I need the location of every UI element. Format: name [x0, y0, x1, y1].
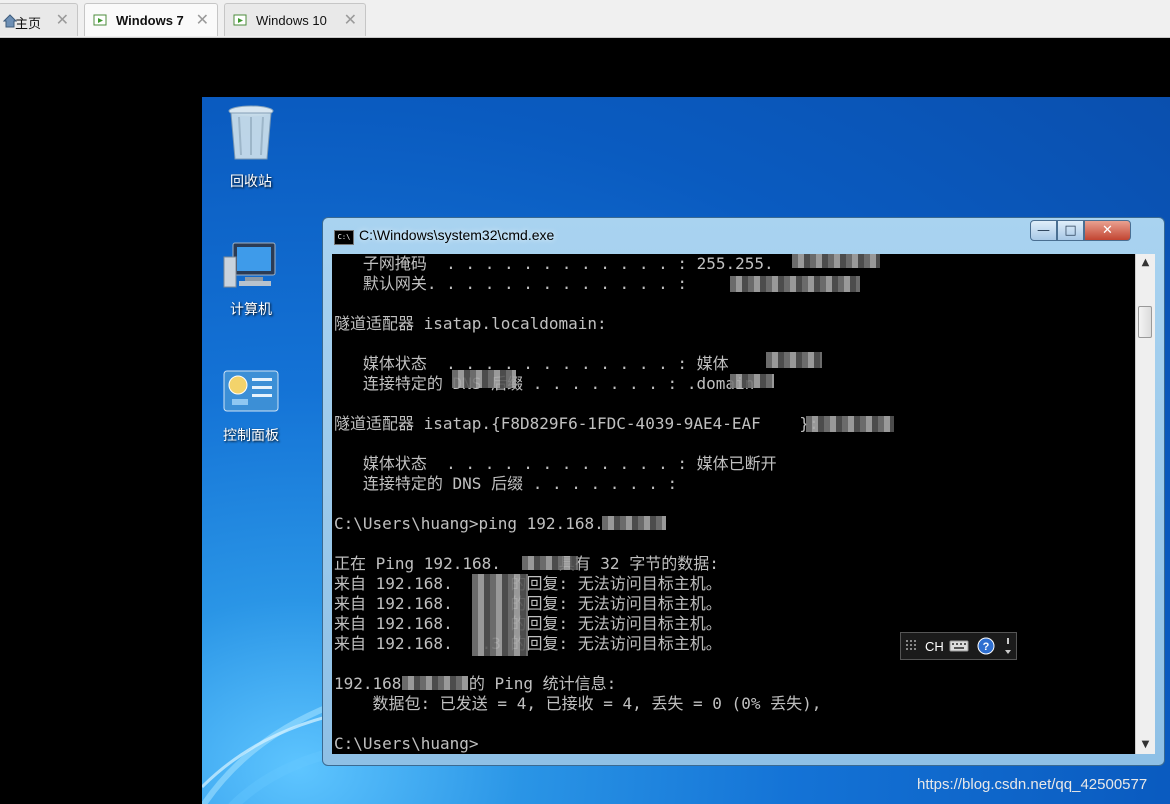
- console-line: C:\Users\huang>ping 192.168.: [334, 514, 604, 533]
- close-icon[interactable]: ✕: [196, 10, 209, 29]
- watermark: https://blog.csdn.net/qq_42500577: [917, 776, 1148, 793]
- window-title: C:\Windows\system32\cmd.exe: [359, 227, 555, 243]
- console-scrollbar[interactable]: ▲ ▼: [1135, 254, 1155, 754]
- cmd-icon[interactable]: C:\: [334, 230, 354, 245]
- redacted-region: [806, 416, 894, 432]
- desktop-computer[interactable]: 计算机: [211, 241, 291, 319]
- console-line: 子网掩码 . . . . . . . . . . . . : 255.255.: [334, 254, 774, 273]
- console-line: 连接特定的 DNS 后缀 . . . . . . . :: [334, 474, 678, 493]
- grip-icon[interactable]: [905, 639, 919, 653]
- vm-tab-bar: 主页 ✕ Windows 7 ✕ Windows 10 ✕: [0, 0, 1170, 38]
- desktop-icon-label: 控制面板: [223, 428, 279, 444]
- language-bar[interactable]: CH ?: [900, 632, 1017, 660]
- console-line: 连接特定的 DNS 后缀 . . . . . . . : .domain: [334, 374, 755, 393]
- redacted-region: [452, 370, 516, 388]
- close-icon[interactable]: ✕: [56, 10, 69, 29]
- console-line: 隧道适配器 isatap.localdomain:: [334, 314, 607, 333]
- console-line: 192.168 的 Ping 统计信息:: [334, 674, 617, 693]
- tab-home[interactable]: 主页 ✕: [0, 3, 78, 36]
- tab-home-label: 主页: [15, 16, 42, 31]
- help-icon[interactable]: ?: [977, 637, 995, 655]
- scroll-down-icon[interactable]: ▼: [1136, 736, 1155, 754]
- scroll-up-icon[interactable]: ▲: [1136, 254, 1155, 272]
- redacted-region: [766, 352, 822, 368]
- minimize-button[interactable]: —: [1030, 220, 1057, 241]
- scrollbar-thumb[interactable]: [1138, 306, 1152, 338]
- maximize-button[interactable]: □: [1057, 220, 1084, 241]
- redacted-region: [472, 574, 528, 656]
- console-line: 数据包: 已发送 = 4, 已接收 = 4, 丢失 = 0 (0% 丢失),: [334, 694, 822, 713]
- console-line: 媒体状态 . . . . . . . . . . . . : 媒体: [334, 354, 729, 373]
- vm-icon: [93, 13, 109, 27]
- console-output[interactable]: 子网掩码 . . . . . . . . . . . . : 255.255. …: [332, 254, 1135, 754]
- close-button[interactable]: ✕: [1084, 220, 1131, 241]
- computer-icon: [223, 242, 276, 288]
- tab-windows-10[interactable]: Windows 10 ✕: [224, 3, 366, 36]
- redacted-region: [792, 254, 880, 268]
- console-line: 隧道适配器 isatap.{F8D829F6-1FDC-4039-9AE4-EA…: [334, 414, 819, 433]
- desktop-icon-label: 计算机: [230, 302, 272, 318]
- desktop-icon-label: 回收站: [230, 174, 272, 190]
- recycle-bin-icon: [228, 105, 274, 160]
- cmd-window[interactable]: C:\ C:\Windows\system32\cmd.exe — □ ✕ 子网…: [322, 217, 1165, 766]
- langbar-options-icon[interactable]: [1003, 637, 1013, 657]
- tab-windows-7[interactable]: Windows 7 ✕: [84, 3, 218, 36]
- console-line: 默认网关. . . . . . . . . . . . . :: [334, 274, 687, 293]
- redacted-region: [402, 676, 468, 690]
- redacted-region: [522, 556, 578, 570]
- desktop-control-panel[interactable]: 控制面板: [211, 369, 291, 445]
- desktop-recycle-bin[interactable]: 回收站: [211, 103, 291, 191]
- redacted-region: [730, 276, 860, 292]
- keyboard-icon[interactable]: [949, 639, 969, 653]
- redacted-region: [602, 516, 666, 530]
- redacted-region: [730, 374, 774, 388]
- tab-windows-10-label: Windows 10: [256, 13, 327, 28]
- svg-text:?: ?: [983, 641, 990, 653]
- vm-icon: [233, 13, 249, 27]
- console-line: C:\Users\huang>: [334, 734, 479, 753]
- close-icon[interactable]: ✕: [344, 10, 357, 29]
- tab-windows-7-label: Windows 7: [116, 13, 184, 28]
- control-panel-icon: [223, 370, 279, 412]
- console-line: 媒体状态 . . . . . . . . . . . . : 媒体已断开: [334, 454, 777, 473]
- input-language[interactable]: CH: [925, 639, 944, 654]
